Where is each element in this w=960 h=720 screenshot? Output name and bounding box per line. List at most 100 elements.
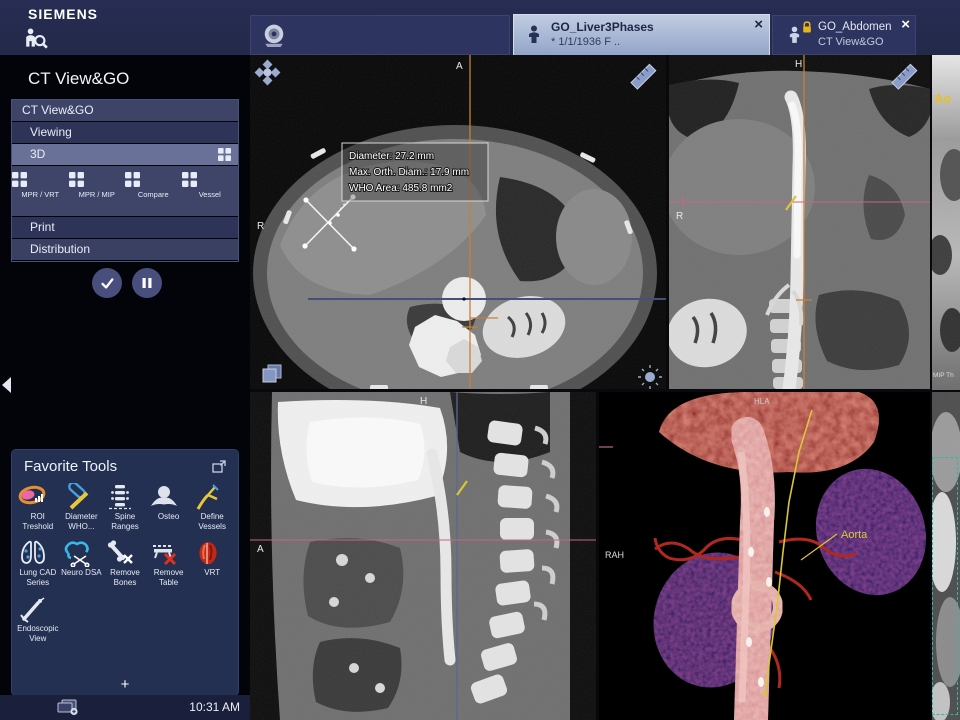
strip-mip-label: MIP Th [933, 372, 954, 379]
close-icon[interactable]: × [754, 16, 763, 33]
orientation-label-head: H [795, 59, 802, 70]
patient-icon [527, 24, 541, 44]
tab-title: GO_Liver3Phases [551, 20, 654, 34]
workflow-menu: CT View&GO Viewing 3D MPR / VRT [12, 100, 238, 261]
add-tool-button[interactable]: + [12, 676, 238, 693]
menu-item-viewing[interactable]: Viewing [12, 122, 238, 143]
spine-ranges-icon [103, 483, 137, 511]
tab-patient-browser[interactable] [250, 15, 510, 55]
grid-2x2-icon [182, 172, 197, 187]
ct-sagittal-image [250, 392, 596, 720]
ct-axial-image [250, 55, 666, 389]
tool-roi-threshold[interactable]: ROI Treshold [16, 483, 60, 531]
tool-diameter-who[interactable]: Diameter WHO... [60, 483, 104, 531]
patient-search-icon[interactable] [24, 27, 48, 51]
popout-icon[interactable] [212, 460, 226, 473]
pause-button[interactable] [132, 268, 162, 298]
orientation-label-right: R [676, 211, 683, 222]
grid-2x2-icon [125, 172, 140, 187]
film-sheet-icon[interactable] [57, 698, 79, 716]
clock-time: 10:31 AM [189, 700, 240, 714]
view-axial[interactable]: Diameter: 27.2 mm Max. Orth. Diam.: 17.9… [250, 55, 666, 389]
confirm-button[interactable] [92, 268, 122, 298]
roi-threshold-icon [16, 483, 50, 511]
annotation-diameter: Diameter: 27.2 mm [349, 151, 434, 162]
tool-label: Diameter WHO... [60, 512, 104, 531]
measurement-annotation-box[interactable]: Diameter: 27.2 mm Max. Orth. Diam.: 17.9… [342, 143, 488, 201]
view-strip-upper[interactable]: Ao MIP Th [932, 55, 960, 390]
tool-label: Remove Bones [103, 568, 147, 587]
ct-strip-image-lower [932, 392, 960, 720]
endoscopic-view-icon [16, 595, 50, 623]
tool-label: Remove Table [147, 568, 191, 587]
remove-table-icon [147, 539, 181, 567]
tool-define-vessels[interactable]: Define Vessels [190, 483, 234, 531]
menu-item-print[interactable]: Print [12, 217, 238, 238]
layout-label: MPR / VRT [12, 190, 69, 199]
vrt-3d-image [599, 392, 930, 720]
layout-options: MPR / VRT MPR / MIP Compare [12, 166, 238, 216]
tool-label: VRT [190, 568, 234, 578]
tool-lung-cad-series[interactable]: Lung CAD Series [16, 539, 60, 587]
siemens-logo: SIEMENS [28, 6, 98, 22]
layout-label: MPR / MIP [69, 190, 126, 199]
view-sagittal[interactable]: H A [250, 392, 596, 720]
neuro-dsa-icon [60, 539, 94, 567]
define-vessels-icon [190, 483, 224, 511]
annotation-max-orth: Max. Orth. Diam.: 17.9 mm [349, 167, 469, 178]
tool-label: ROI Treshold [16, 512, 60, 531]
tool-label: Neuro DSA [60, 568, 104, 578]
tab-subtitle: CT View&GO [818, 36, 884, 48]
view-strip-lower[interactable] [932, 392, 960, 720]
status-bar: 10:31 AM [0, 695, 250, 720]
workflow-actions [92, 268, 162, 298]
lung-cad-icon [16, 539, 50, 567]
check-icon [99, 275, 115, 291]
vessel-label-aorta[interactable]: Aorta [841, 529, 868, 541]
tool-label: Endoscopic View [16, 624, 60, 643]
patient-icon [788, 25, 801, 44]
diameter-who-icon [60, 483, 94, 511]
layout-mpr-vrt[interactable]: MPR / VRT [12, 166, 69, 216]
favorite-tools-grid: ROI Treshold Diameter WHO... [12, 477, 238, 644]
view-coronal[interactable]: H R [669, 55, 930, 389]
osteo-icon [147, 483, 181, 511]
layout-mpr-mip[interactable]: MPR / MIP [69, 166, 126, 216]
tool-osteo[interactable]: Osteo [147, 483, 191, 531]
tool-neuro-dsa[interactable]: Neuro DSA [60, 539, 104, 587]
ct-coronal-image [669, 55, 930, 389]
layout-compare[interactable]: Compare [125, 166, 182, 216]
menu-header-ct-viewgo[interactable]: CT View&GO [12, 100, 238, 121]
menu-item-3d[interactable]: 3D [12, 144, 238, 165]
tool-remove-bones[interactable]: Remove Bones [103, 539, 147, 587]
pause-icon [141, 277, 153, 289]
vrt-icon [190, 539, 224, 567]
tab-go-liver3phases[interactable]: GO_Liver3Phases * 1/1/1936 F .. × [513, 14, 770, 58]
orientation-label-anterior: A [456, 61, 463, 72]
lock-icon [802, 21, 812, 33]
close-icon[interactable]: × [901, 16, 910, 33]
tool-remove-table[interactable]: Remove Table [147, 539, 191, 587]
app-window: SIEMENS [0, 0, 960, 720]
menu-item-3d-label: 3D [30, 147, 45, 161]
tool-label: Spine Ranges [103, 512, 147, 531]
tool-spine-ranges[interactable]: Spine Ranges [103, 483, 147, 531]
sidebar-collapse-arrow[interactable] [2, 377, 11, 393]
favorite-tools-title: Favorite Tools [24, 458, 117, 475]
disc-icon [262, 23, 286, 47]
layout-vessel[interactable]: Vessel [182, 166, 239, 216]
remove-bones-icon [103, 539, 137, 567]
tab-subtitle: * 1/1/1936 F .. [551, 36, 620, 48]
grid-2x2-icon [69, 172, 84, 187]
view-vrt-3d[interactable]: Aorta HLA RAH [599, 392, 930, 720]
layout-grid-icon [218, 148, 231, 161]
tab-title: GO_Abdomen [818, 21, 892, 33]
favorite-tools-panel: Favorite Tools ROI Treshold [12, 450, 238, 695]
page-title: CT View&GO [28, 69, 129, 89]
menu-item-distribution[interactable]: Distribution [12, 239, 238, 260]
tool-vrt[interactable]: VRT [190, 539, 234, 587]
top-bar: SIEMENS [0, 0, 960, 55]
tab-go-abdomen[interactable]: GO_Abdomen CT View&GO × [772, 15, 916, 55]
tool-endoscopic-view[interactable]: Endoscopic View [16, 595, 60, 643]
image-viewport: Diameter: 27.2 mm Max. Orth. Diam.: 17.9… [250, 55, 960, 720]
